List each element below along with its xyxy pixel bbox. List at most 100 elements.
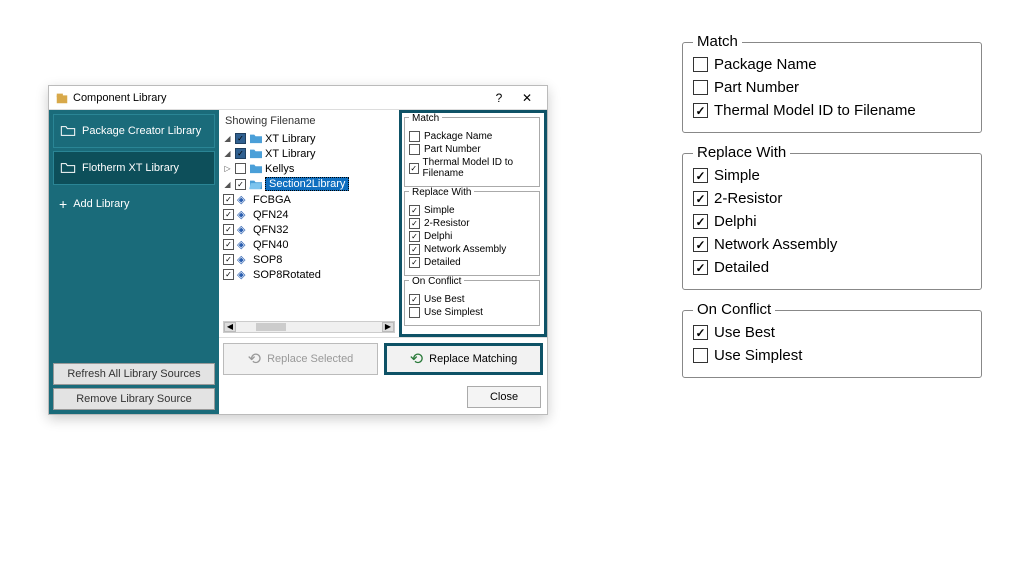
option-label: Network Assembly	[424, 244, 506, 255]
chip-icon: ◈	[237, 208, 250, 221]
checkbox-package-name[interactable]	[693, 57, 708, 72]
sidebar-item-add-library[interactable]: + Add Library	[53, 188, 215, 220]
folder-icon	[249, 147, 262, 160]
sidebar: Package Creator Library Flotherm XT Libr…	[49, 110, 219, 414]
tree-checkbox[interactable]	[223, 209, 234, 220]
checkbox-thermal-id[interactable]	[693, 103, 708, 118]
checkbox-thermal-id[interactable]	[409, 163, 419, 174]
tree-node-label[interactable]: SOP8Rotated	[253, 269, 321, 281]
component-library-dialog: Component Library ? ✕ Package Creator Li…	[48, 85, 548, 415]
option-label: Use Simplest	[424, 307, 483, 318]
checkbox-use-simplest[interactable]	[693, 348, 708, 363]
tree-checkbox[interactable]	[235, 179, 246, 190]
checkbox-delphi[interactable]	[693, 214, 708, 229]
callout-replace-fieldset: Replace With Simple 2-Resistor Delphi Ne…	[682, 153, 982, 290]
refresh-sources-button[interactable]: Refresh All Library Sources	[53, 363, 215, 385]
tree-checkbox[interactable]	[223, 269, 234, 280]
option-label: Part Number	[424, 144, 481, 155]
checkbox-detailed[interactable]	[693, 260, 708, 275]
chip-icon: ◈	[237, 223, 250, 236]
tree-node-label[interactable]: QFN32	[253, 224, 288, 236]
tree-header: Showing Filename	[223, 113, 395, 131]
checkbox-2resistor[interactable]	[693, 191, 708, 206]
checkbox-simple[interactable]	[409, 205, 420, 216]
tree-node-label[interactable]: Kellys	[265, 163, 294, 175]
scroll-thumb[interactable]	[256, 323, 286, 331]
plus-icon: +	[59, 196, 67, 212]
sidebar-item-label: Add Library	[73, 198, 129, 210]
tree-node-label[interactable]: SOP8	[253, 254, 282, 266]
checkbox-part-number[interactable]	[409, 144, 420, 155]
titlebar: Component Library ? ✕	[49, 86, 547, 110]
tree-node-label[interactable]: QFN40	[253, 239, 288, 251]
checkbox-use-simplest[interactable]	[409, 307, 420, 318]
app-icon	[55, 91, 69, 105]
checkbox-package-name[interactable]	[409, 131, 420, 142]
tree-node-selected[interactable]: Section2Library	[265, 177, 349, 191]
folder-icon	[249, 132, 262, 145]
tree-node-label[interactable]: FCBGA	[253, 194, 291, 206]
checkbox-network[interactable]	[693, 237, 708, 252]
library-tree: ◢ XT Library ◢ XT Library	[223, 131, 395, 282]
replace-matching-button[interactable]: ⟲ Replace Matching	[384, 343, 543, 375]
option-label: 2-Resistor	[714, 190, 782, 207]
checkbox-delphi[interactable]	[409, 231, 420, 242]
option-label: Delphi	[714, 213, 757, 230]
tree-checkbox[interactable]	[223, 254, 234, 265]
option-label: Use Best	[424, 294, 465, 305]
options-callout: Match Package Name Part Number Thermal M…	[682, 42, 982, 398]
option-label: Simple	[714, 167, 760, 184]
collapse-icon[interactable]: ◢	[223, 180, 232, 189]
scroll-right-arrow[interactable]: ▶	[382, 322, 394, 332]
collapse-icon[interactable]: ◢	[223, 149, 232, 158]
option-label: Use Simplest	[714, 347, 802, 364]
replace-fieldset: Replace With Simple 2-Resistor Delphi Ne…	[404, 191, 540, 276]
option-label: Package Name	[714, 56, 817, 73]
tree-checkbox[interactable]	[223, 239, 234, 250]
replace-icon: ⟲	[410, 349, 423, 369]
checkbox-network[interactable]	[409, 244, 420, 255]
sidebar-item-label: Flotherm XT Library	[82, 162, 179, 174]
option-label: 2-Resistor	[424, 218, 470, 229]
fieldset-legend: Match	[693, 33, 742, 50]
replace-icon: ⟲	[248, 349, 261, 369]
button-label: Replace Matching	[429, 353, 517, 365]
tree-node-label[interactable]: XT Library	[265, 133, 316, 145]
replace-selected-button[interactable]: ⟲ Replace Selected	[223, 343, 378, 375]
option-label: Delphi	[424, 231, 452, 242]
checkbox-simple[interactable]	[693, 168, 708, 183]
button-label: Replace Selected	[267, 353, 353, 365]
remove-source-button[interactable]: Remove Library Source	[53, 388, 215, 410]
scroll-left-arrow[interactable]: ◀	[224, 322, 236, 332]
option-label: Thermal Model ID to Filename	[714, 102, 916, 119]
folder-icon	[60, 160, 76, 176]
fieldset-legend: On Conflict	[693, 301, 775, 318]
tree-checkbox[interactable]	[235, 148, 246, 159]
tree-checkbox[interactable]	[235, 163, 246, 174]
expand-icon[interactable]: ▷	[223, 164, 232, 173]
callout-match-fieldset: Match Package Name Part Number Thermal M…	[682, 42, 982, 133]
tree-checkbox[interactable]	[223, 194, 234, 205]
conflict-fieldset: On Conflict Use Best Use Simplest	[404, 280, 540, 326]
help-button[interactable]: ?	[485, 88, 513, 108]
action-row: ⟲ Replace Selected ⟲ Replace Matching	[219, 337, 547, 380]
tree-node-label[interactable]: XT Library	[265, 148, 316, 160]
checkbox-use-best[interactable]	[409, 294, 420, 305]
close-button[interactable]: Close	[467, 386, 541, 408]
tree-checkbox[interactable]	[223, 224, 234, 235]
titlebar-close-button[interactable]: ✕	[513, 88, 541, 108]
collapse-icon[interactable]: ◢	[223, 134, 232, 143]
checkbox-2resistor[interactable]	[409, 218, 420, 229]
option-label: Package Name	[424, 131, 492, 142]
option-label: Detailed	[424, 257, 461, 268]
fieldset-legend: Match	[409, 113, 442, 124]
checkbox-part-number[interactable]	[693, 80, 708, 95]
option-label: Part Number	[714, 79, 799, 96]
horizontal-scrollbar[interactable]: ◀ ▶	[223, 321, 395, 333]
sidebar-item-package-creator[interactable]: Package Creator Library	[53, 114, 215, 148]
sidebar-item-flotherm[interactable]: Flotherm XT Library	[53, 151, 215, 185]
tree-node-label[interactable]: QFN24	[253, 209, 288, 221]
tree-checkbox[interactable]	[235, 133, 246, 144]
checkbox-use-best[interactable]	[693, 325, 708, 340]
checkbox-detailed[interactable]	[409, 257, 420, 268]
